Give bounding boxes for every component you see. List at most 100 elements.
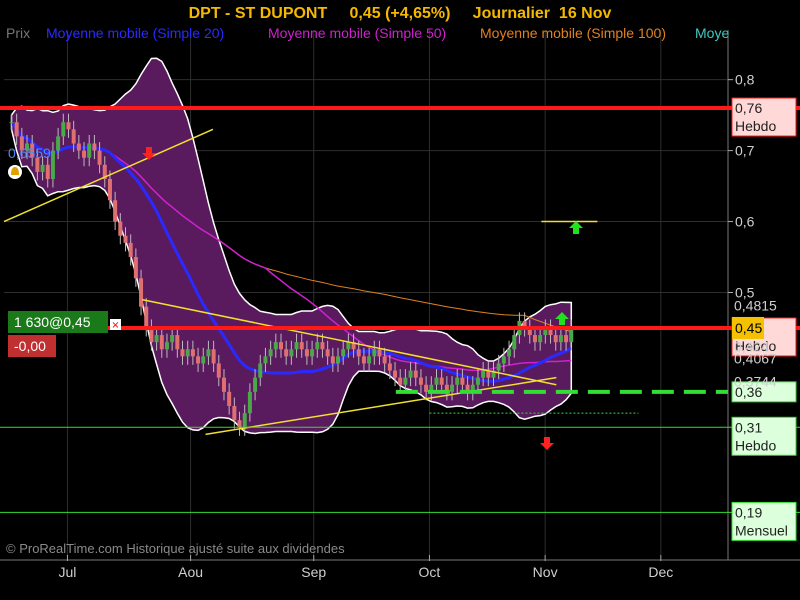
candle-body [455,377,460,385]
candle-body [361,356,366,364]
candle-body [413,370,418,378]
candle-body [507,349,512,357]
candle-body [538,335,543,343]
candle-body [242,413,247,428]
candle-body [346,342,351,350]
legend-item: Moye [695,25,729,41]
candle-body [190,349,195,357]
legend-item: Prix [6,25,30,41]
level-value-label: 0,76 [735,100,762,116]
candle-body [315,342,320,350]
legend-item: Moyenne mobile (Simple 20) [46,25,224,41]
candle-body [258,363,263,378]
level-sub-label: Hebdo [735,437,776,453]
x-tick-label: Nov [533,564,558,580]
candle-body [196,356,201,364]
y-tick-label: 0,6 [735,214,755,230]
candle-body [50,150,55,179]
candle-body [237,420,242,428]
level-value-label: 0,31 [735,419,762,435]
left-value-label: 0,6559 [8,145,51,161]
candle-body [387,363,392,371]
legend-item: Moyenne mobile (Simple 50) [268,25,446,41]
y-tick-label: 0,7 [735,143,755,159]
candle-body [377,349,382,357]
candle-body [56,136,61,151]
candle-body [564,335,569,343]
candle-body [216,363,221,378]
candle-body [532,335,537,343]
candle-body [263,356,268,364]
candle-body [501,356,506,364]
candle-body [253,377,258,392]
candle-body [330,356,335,364]
candle-body [299,342,304,350]
alert-bell-icon[interactable] [8,165,22,179]
candle-body [320,342,325,350]
candle-body [159,335,164,350]
credit-text: © ProRealTime.com Historique ajusté suit… [6,541,345,556]
candle-body [450,384,455,392]
position-label: 1 630@0,45 [14,314,91,330]
candle-body [185,349,190,357]
stock-chart: 0,76Hebdo0,45Hebdo0,360,31Hebdo0,19Mensu… [0,0,800,600]
position-badge[interactable]: 1 630@0,45 [8,311,108,333]
candle-body [304,349,309,357]
candle-body [273,342,278,350]
candle-body [289,349,294,357]
candle-body [133,257,138,279]
pnl-badge: -0,00 [8,335,56,357]
candle-body [40,164,45,172]
candle-body [398,377,403,385]
legend-item: Moyenne mobile (Simple 100) [480,25,666,41]
candle-body [164,342,169,350]
candle-body [382,356,387,364]
candle-body [232,406,237,421]
candle-body [310,349,315,357]
candle-body [278,342,283,350]
candle-body [87,143,92,158]
candle-body [393,370,398,378]
candle-body [460,377,465,385]
candle-body [481,370,486,378]
legend: Prix Moyenne mobile (Simple 20) Moyenne mo… [6,25,729,41]
chart-title: DPT - ST DUPONT 0,45 (+4,65%) Journalier… [189,5,612,22]
x-tick-label: Jul [58,564,76,580]
price-label: 0,4067 [734,351,777,367]
price-label: 0,3744 [734,374,777,390]
candle-body [367,356,372,364]
last-price-label: 0,45 [735,320,762,336]
candle-body [569,327,574,343]
candle-body [123,235,128,243]
level-sub-label: Hebdo [735,118,776,134]
candle-body [107,178,112,201]
candle-body [154,335,159,343]
candle-body [434,377,439,385]
close-position-button[interactable]: × [110,319,121,331]
candle-body [424,384,429,392]
candle-body [221,377,226,392]
candle-body [97,150,102,165]
candle-body [268,349,273,357]
candle-body [206,349,211,357]
candle-body [149,327,154,343]
candle-body [76,143,81,151]
candle-body [558,335,563,343]
candle-body [418,377,423,385]
x-tick-label: Dec [648,564,673,580]
candle-body [408,370,413,378]
candle-body [175,335,180,350]
x-tick-label: Aou [178,564,203,580]
pnl-label: -0,00 [14,338,46,354]
candle-body [118,221,123,236]
candle-body [45,164,50,179]
candle-body [113,200,118,222]
candle-body [170,335,175,343]
candle-body [247,391,252,414]
candle-body [356,349,361,357]
level-sub-label: Mensuel [735,522,788,538]
candle-body [66,122,71,130]
candle-body [61,122,66,137]
y-tick-label: 0,8 [735,72,755,88]
candle-body [180,349,185,357]
